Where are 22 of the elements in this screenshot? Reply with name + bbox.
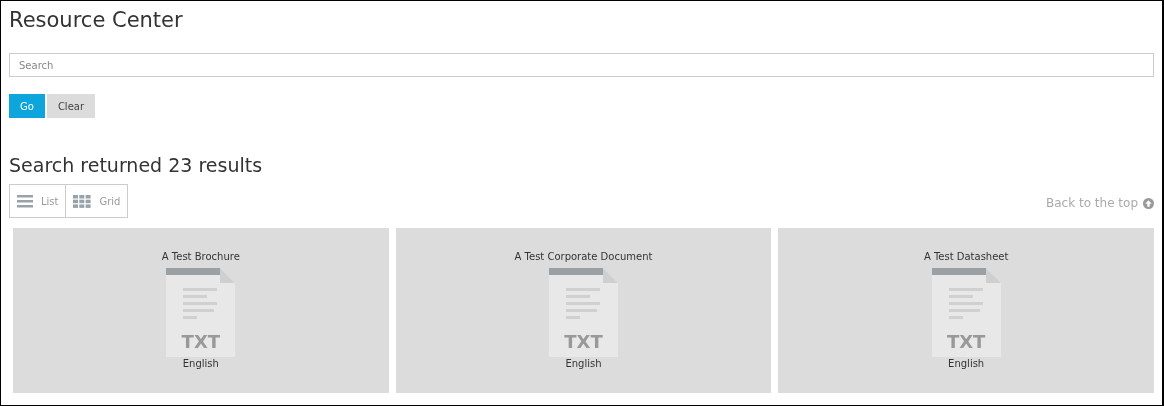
file-type-label: TXT	[180, 331, 222, 352]
resource-card[interactable]: A Test Datasheet TXT English	[778, 228, 1154, 393]
results-heading: Search returned 23 results	[9, 153, 264, 177]
document-icon	[166, 268, 236, 357]
card-title: A Test Corporate Document	[514, 251, 653, 262]
card-title: A Test Brochure	[161, 251, 240, 262]
language-label: English	[182, 358, 219, 369]
clear-button[interactable]: Clear	[46, 94, 96, 118]
resource-card[interactable]: A Test Brochure TXT English	[13, 228, 389, 393]
arrow-up-icon	[1143, 197, 1154, 209]
resource-card[interactable]: A Test Corporate Document TXT English	[395, 228, 772, 393]
list-icon	[17, 194, 33, 208]
language-label: English	[565, 358, 602, 369]
file-type-label: TXT	[945, 331, 987, 352]
grid-icon	[73, 194, 92, 208]
document-icon	[931, 268, 1001, 357]
card-title: A Test Datasheet	[923, 251, 1009, 262]
file-type-label: TXT	[563, 331, 604, 352]
page-title: Resource Center	[9, 7, 184, 33]
language-label: English	[948, 358, 985, 369]
search-field[interactable]: Search	[9, 53, 1154, 77]
document-icon	[549, 268, 618, 357]
